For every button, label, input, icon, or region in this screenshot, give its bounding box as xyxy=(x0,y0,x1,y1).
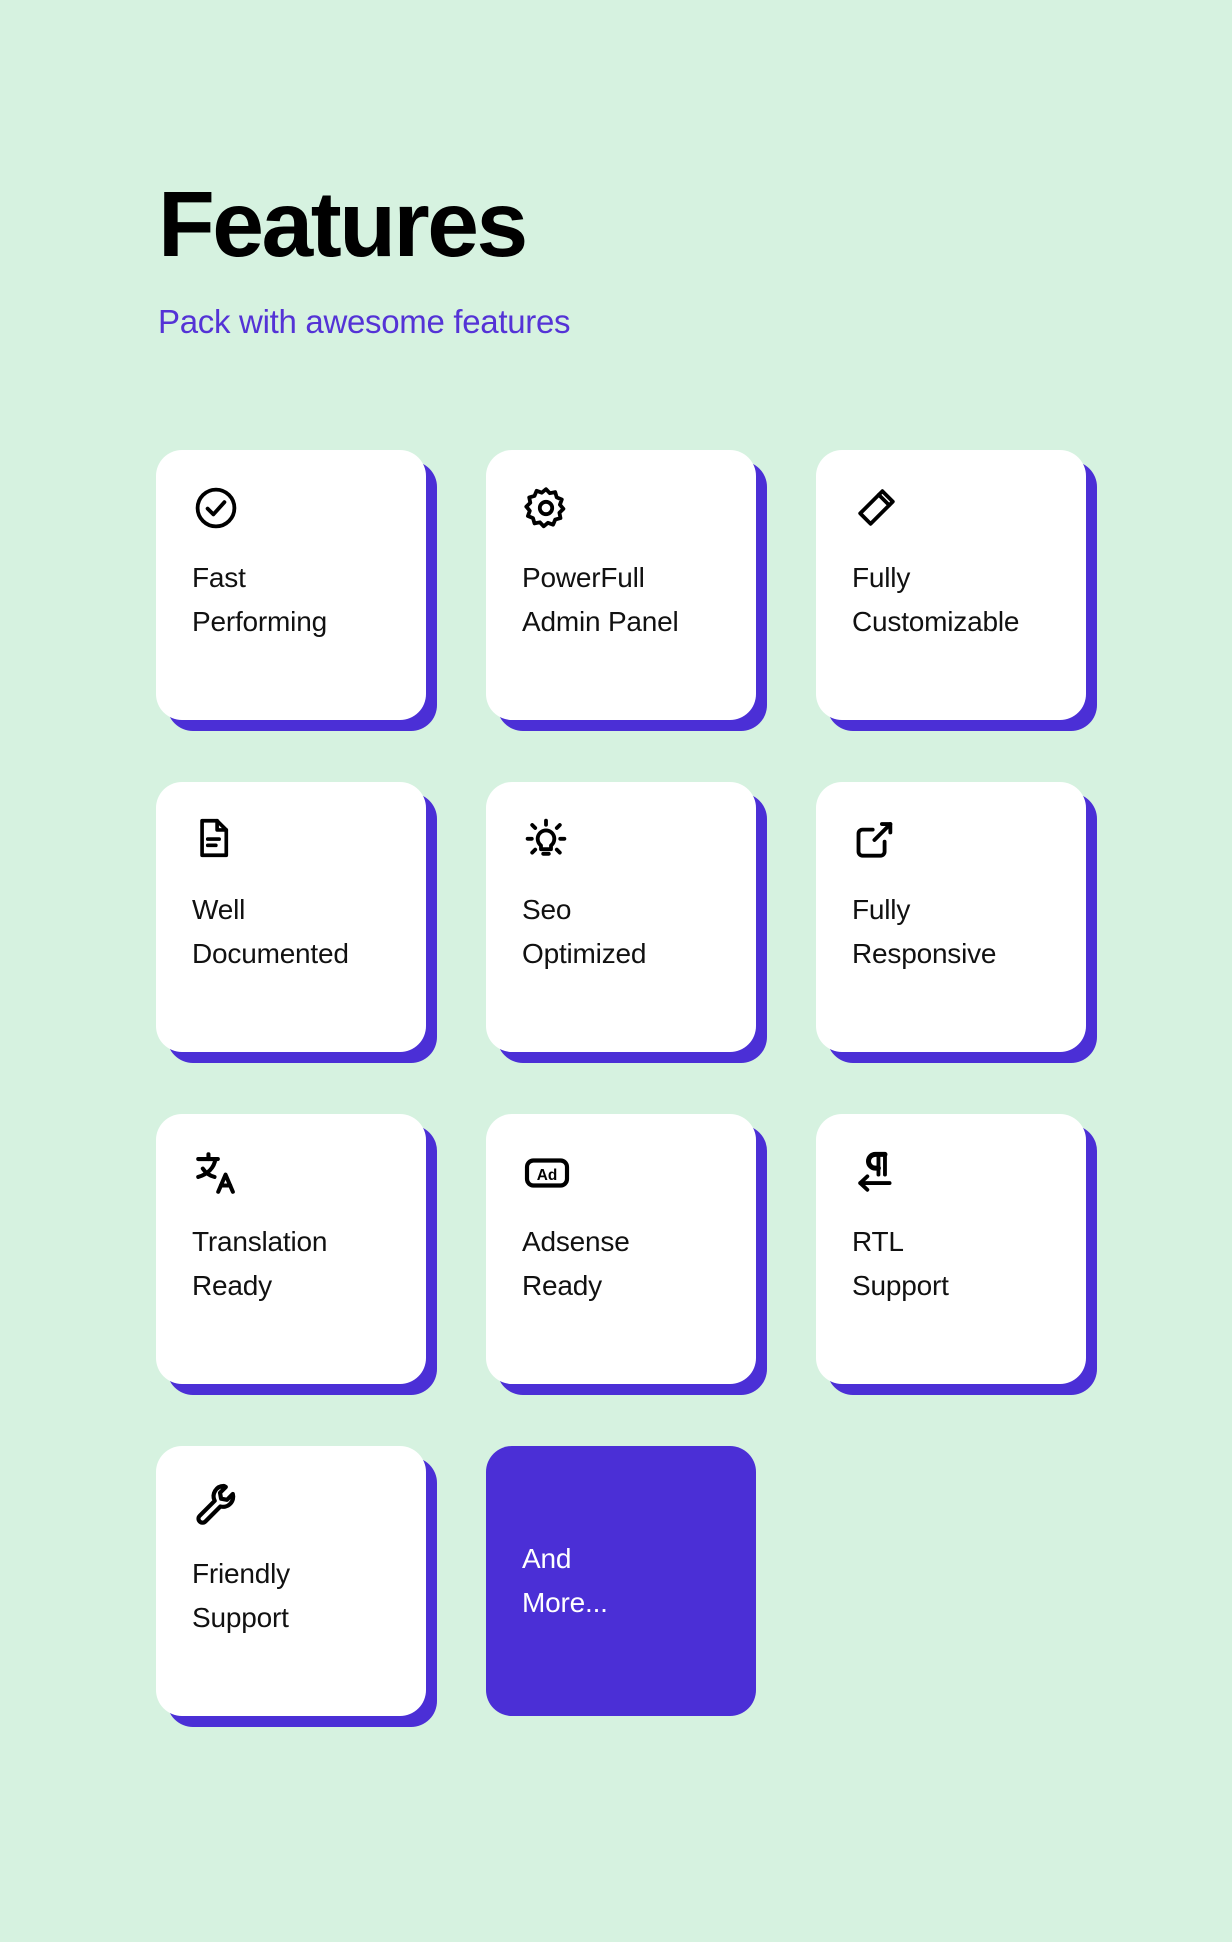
svg-text:Ad: Ad xyxy=(537,1167,558,1184)
features-grid: Fast Performing PowerFull Admin Panel Fu… xyxy=(156,450,1097,1727)
feature-card-rtl-support[interactable]: RTL Support xyxy=(816,1114,1086,1384)
wrench-icon xyxy=(192,1480,394,1538)
feature-card-label: RTL Support xyxy=(852,1226,949,1302)
feature-card-seo-optimized[interactable]: Seo Optimized xyxy=(486,782,756,1052)
feature-card-slot: And More... xyxy=(486,1446,756,1716)
gear-icon xyxy=(522,484,724,542)
feature-card-slot: Fully Customizable xyxy=(816,450,1097,731)
pencil-icon xyxy=(852,484,1054,542)
feature-card-slot: Well Documented xyxy=(156,782,437,1063)
feature-card-slot: Translation Ready xyxy=(156,1114,437,1395)
feature-card-label: Translation Ready xyxy=(192,1226,328,1302)
document-icon xyxy=(192,816,394,874)
page-header: Features Pack with awesome features xyxy=(158,178,958,342)
feature-card-translation-ready[interactable]: Translation Ready xyxy=(156,1114,426,1384)
feature-card-and-more[interactable]: And More... xyxy=(486,1446,756,1716)
feature-card-slot: Fast Performing xyxy=(156,450,437,731)
feature-card-label: Friendly Support xyxy=(192,1558,290,1634)
external-link-icon xyxy=(852,816,1054,874)
rtl-pilcrow-icon xyxy=(852,1148,1054,1206)
feature-card-powerfull-admin-panel[interactable]: PowerFull Admin Panel xyxy=(486,450,756,720)
features-page: Features Pack with awesome features Fast… xyxy=(0,0,1232,1942)
feature-card-slot: Ad Adsense Ready xyxy=(486,1114,767,1395)
feature-card-fast-performing[interactable]: Fast Performing xyxy=(156,450,426,720)
feature-card-label: And More... xyxy=(522,1542,608,1618)
feature-card-slot: RTL Support xyxy=(816,1114,1097,1395)
lightbulb-icon xyxy=(522,816,724,874)
feature-card-slot: Friendly Support xyxy=(156,1446,437,1727)
feature-card-label: Adsense Ready xyxy=(522,1226,630,1302)
feature-card-well-documented[interactable]: Well Documented xyxy=(156,782,426,1052)
feature-card-friendly-support[interactable]: Friendly Support xyxy=(156,1446,426,1716)
feature-card-fully-customizable[interactable]: Fully Customizable xyxy=(816,450,1086,720)
feature-card-slot: Seo Optimized xyxy=(486,782,767,1063)
feature-card-label: Seo Optimized xyxy=(522,894,647,970)
feature-card-label: Fast Performing xyxy=(192,562,327,638)
check-circle-icon xyxy=(192,484,394,542)
ad-badge-icon: Ad xyxy=(522,1148,724,1206)
feature-card-label: PowerFull Admin Panel xyxy=(522,562,679,638)
feature-card-fully-responsive[interactable]: Fully Responsive xyxy=(816,782,1086,1052)
page-title: Features xyxy=(158,172,528,276)
feature-card-label: Well Documented xyxy=(192,894,349,970)
feature-card-slot: Fully Responsive xyxy=(816,782,1097,1063)
feature-card-adsense-ready[interactable]: Ad Adsense Ready xyxy=(486,1114,756,1384)
page-subtitle: Pack with awesome features xyxy=(158,303,571,340)
feature-card-label: Fully Customizable xyxy=(852,562,1020,638)
translate-icon xyxy=(192,1148,394,1206)
feature-card-label: Fully Responsive xyxy=(852,894,997,970)
feature-card-slot: PowerFull Admin Panel xyxy=(486,450,767,731)
